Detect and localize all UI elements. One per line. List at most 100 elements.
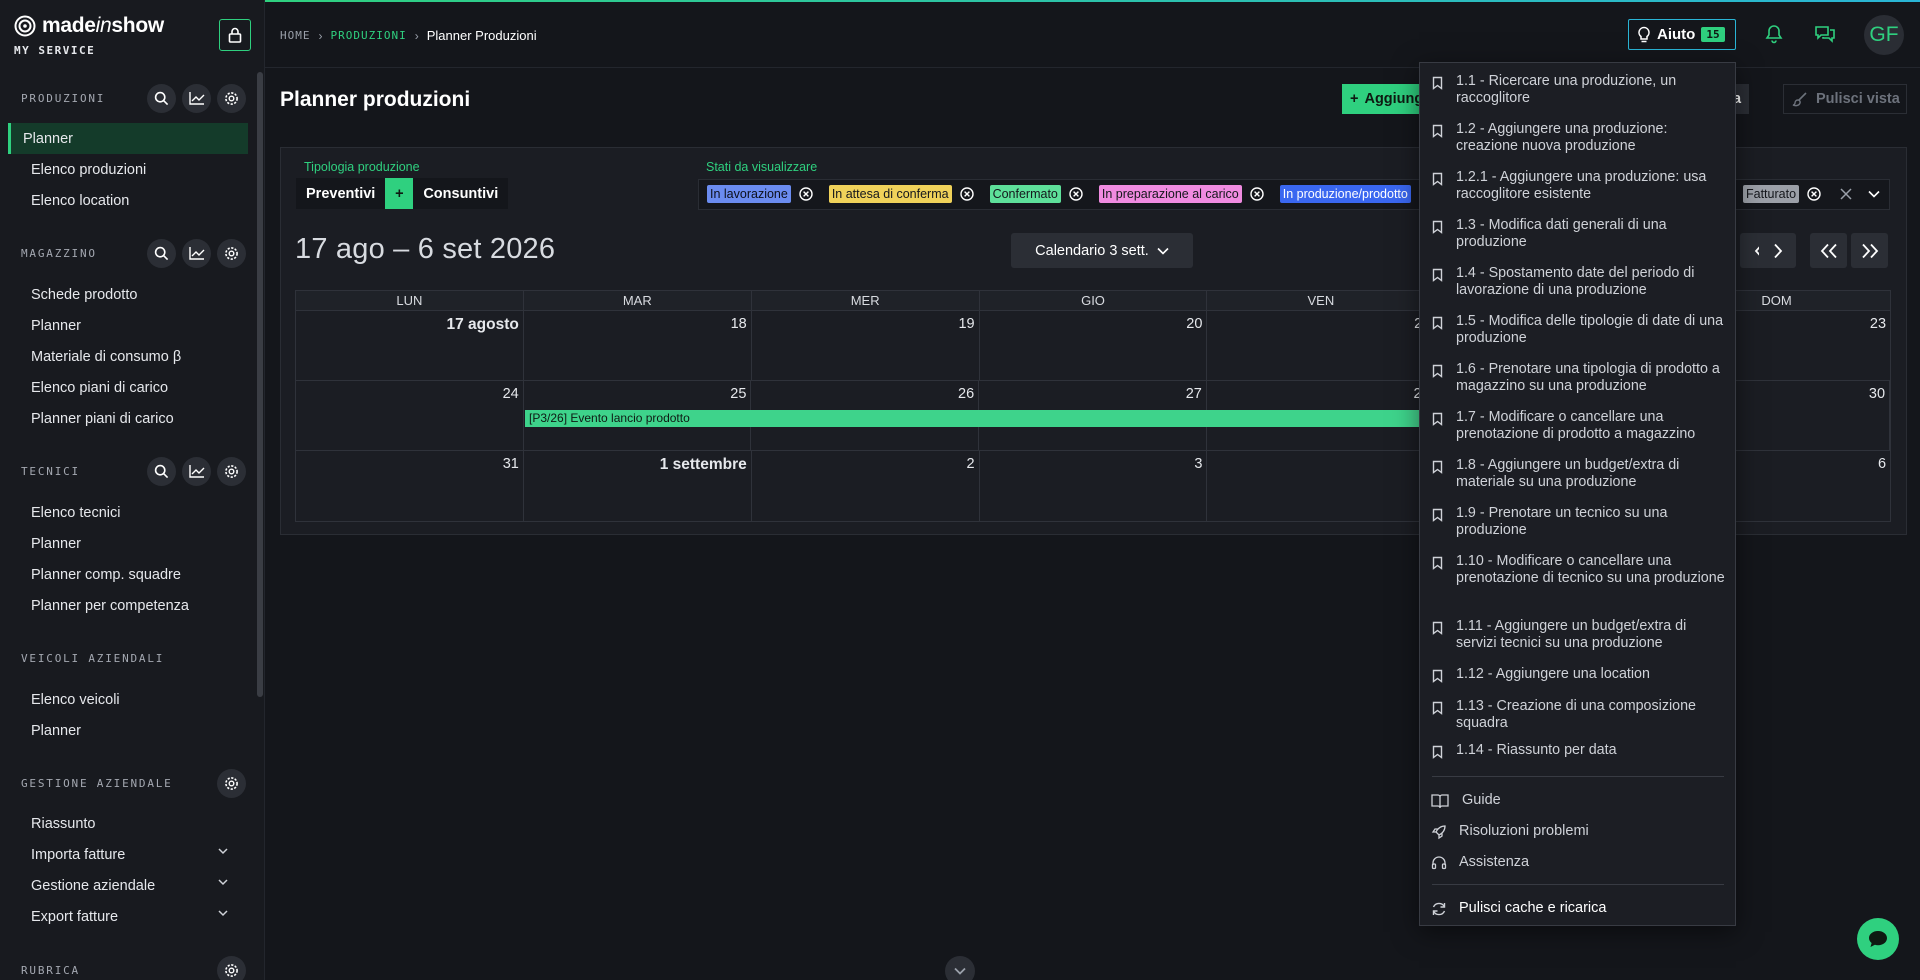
calendar-day-cell[interactable]: 31	[296, 451, 524, 521]
sidebar-item-elenco-piani-carico[interactable]: Elenco piani di carico	[8, 372, 248, 403]
scroll-down-handle[interactable]	[945, 956, 975, 980]
calendar-day-cell[interactable]: 24	[296, 381, 524, 450]
close-circle-icon[interactable]	[1250, 187, 1264, 201]
chevron-right-icon	[1773, 243, 1782, 258]
sidebar-item-planner-competenza[interactable]: Planner per competenza	[8, 590, 248, 621]
sidebar-item-elenco-tecnici[interactable]: Elenco tecnici	[8, 497, 248, 528]
search-icon[interactable]	[147, 238, 176, 268]
clear-view-button[interactable]: Pulisci vista	[1783, 84, 1907, 114]
lock-sidebar-button[interactable]	[219, 19, 251, 51]
sidebar-item-export-fatture[interactable]: Export fatture	[8, 901, 248, 932]
chart-trend-icon[interactable]	[182, 238, 211, 268]
calendar-event[interactable]: [P3/26] Evento lancio prodotto	[525, 410, 1525, 427]
help-dropdown-menu: 1.1 - Ricercare una produzione, un racco…	[1419, 62, 1736, 926]
fast-back-button[interactable]	[1810, 233, 1847, 268]
calendar-day-cell[interactable]: 4	[1207, 451, 1436, 521]
section-title: GESTIONE AZIENDALE	[21, 776, 173, 790]
gear-icon[interactable]	[217, 768, 246, 798]
messages-icon[interactable]	[1814, 24, 1836, 44]
sidebar-item-gestione-aziendale[interactable]: Gestione aziendale	[8, 870, 248, 901]
clear-all-icon[interactable]	[1839, 187, 1853, 201]
chip-stato[interactable]: In preparazione al carico	[1098, 185, 1280, 203]
calendar-day-cell[interactable]: 18	[524, 311, 752, 380]
calendar-view-label: Calendario 3 sett.	[1035, 242, 1149, 259]
chip-fatturato[interactable]: Fatturato	[1743, 185, 1821, 203]
tipologia-preventivi[interactable]: Preventivi	[296, 178, 385, 209]
chip-stato[interactable]: In produzione/prodotto	[1279, 185, 1411, 203]
day-number: 30	[1868, 386, 1886, 402]
tipologia-plus[interactable]: +	[385, 178, 414, 209]
help-topic-label: 1.12 - Aggiungere una location	[1456, 666, 1650, 682]
chip-label: In produzione/prodotto	[1279, 185, 1411, 203]
section-rubrica: RUBRICA	[0, 954, 250, 980]
calendar-day-cell[interactable]: 21	[1207, 311, 1436, 380]
reload-cache-button[interactable]: Pulisci cache e ricarica	[1420, 897, 1737, 921]
calendar-day-cell[interactable]: 17 agosto	[296, 311, 524, 380]
search-icon[interactable]	[147, 456, 176, 486]
next-button[interactable]	[1759, 233, 1796, 268]
chip-stato[interactable]: Confermato	[989, 185, 1099, 203]
sidebar-item-importa-fatture[interactable]: Importa fatture	[8, 839, 248, 870]
help-link-troubleshooting[interactable]: Risoluzioni problemi	[1420, 820, 1737, 844]
sidebar-item-planner-produzioni[interactable]: Planner	[8, 123, 248, 154]
close-circle-icon[interactable]	[799, 187, 813, 201]
chat-button[interactable]	[1857, 918, 1899, 960]
sidebar-item-planner-comp-squadre[interactable]: Planner comp. squadre	[8, 559, 248, 590]
sidebar-scrollbar[interactable]	[257, 72, 263, 697]
sidebar-item-materiale-consumo[interactable]: Materiale di consumo β	[8, 341, 248, 372]
chevron-down-icon	[1157, 247, 1169, 255]
calendar-view-select[interactable]: Calendario 3 sett.	[1011, 233, 1193, 268]
chart-trend-icon[interactable]	[182, 456, 211, 486]
close-circle-icon[interactable]	[1807, 187, 1821, 201]
gear-icon[interactable]	[217, 955, 246, 980]
sidebar-item-elenco-veicoli[interactable]: Elenco veicoli	[8, 684, 248, 715]
help-button[interactable]: Aiuto 15	[1628, 19, 1736, 50]
calendar-day-cell[interactable]: 1 settembre	[524, 451, 752, 521]
weekday-label: LUN	[296, 291, 524, 310]
sidebar-item-riassunto[interactable]: Riassunto	[8, 808, 248, 839]
close-circle-icon[interactable]	[1069, 187, 1083, 201]
chart-trend-icon[interactable]	[182, 83, 211, 113]
calendar-day-cell[interactable]: 2	[752, 451, 980, 521]
sidebar-item-schede-prodotto[interactable]: Schede prodotto	[8, 279, 248, 310]
search-icon[interactable]	[147, 83, 176, 113]
chip-label: In attesa di conferma	[828, 185, 952, 203]
bell-icon[interactable]	[1765, 24, 1783, 44]
breadcrumb-home[interactable]: HOME	[280, 29, 311, 42]
sidebar-item-planner-magazzino[interactable]: Planner	[8, 310, 248, 341]
chevron-down-icon	[218, 910, 228, 917]
bookmark-icon	[1432, 316, 1443, 330]
close-circle-icon[interactable]	[959, 187, 974, 201]
help-link-assistenza[interactable]: Assistenza	[1420, 851, 1737, 875]
sidebar-item-planner-piani-carico[interactable]: Planner piani di carico	[8, 403, 248, 434]
fast-forward-button[interactable]	[1851, 233, 1888, 268]
chip-stato[interactable]: In lavorazione	[707, 185, 829, 203]
sidebar-item-elenco-location[interactable]: Elenco location	[8, 185, 248, 216]
day-number: 20	[1186, 316, 1203, 332]
bookmark-icon	[1432, 172, 1443, 186]
calendar-day-cell[interactable]: 19	[752, 311, 980, 380]
sidebar-item-planner-veicoli[interactable]: Planner	[8, 715, 248, 746]
breadcrumb-section[interactable]: PRODUZIONI	[331, 29, 407, 42]
gear-icon[interactable]	[217, 456, 246, 486]
weekday-label: MER	[752, 291, 980, 310]
gear-icon[interactable]	[217, 238, 246, 268]
section-title: PRODUZIONI	[21, 91, 106, 105]
bookmark-icon	[1432, 556, 1443, 570]
help-topic-label: 1.9 - Prenotare un tecnico su una produz…	[1456, 505, 1668, 538]
calendar-day-cell[interactable]: 20	[980, 311, 1208, 380]
chevron-down-icon[interactable]	[1867, 187, 1881, 201]
calendar-day-cell[interactable]: 3	[980, 451, 1208, 521]
brand[interactable]: madeinshow MY SERVICE	[14, 14, 164, 57]
day-number: 2	[966, 456, 975, 472]
help-link-guide[interactable]: Guide	[1420, 789, 1737, 813]
double-chevron-left-icon	[1820, 243, 1837, 258]
sidebar-item-planner-tecnici[interactable]: Planner	[8, 528, 248, 559]
sidebar-item-elenco-produzioni[interactable]: Elenco produzioni	[8, 154, 248, 185]
tipologia-consuntivi[interactable]: Consuntivi	[413, 178, 508, 209]
help-link-label: Risoluzioni problemi	[1459, 823, 1589, 839]
bookmark-icon	[1432, 268, 1443, 282]
user-avatar[interactable]: GF	[1864, 15, 1904, 55]
gear-icon[interactable]	[217, 83, 246, 113]
chip-stato[interactable]: In attesa di conferma	[828, 185, 990, 203]
